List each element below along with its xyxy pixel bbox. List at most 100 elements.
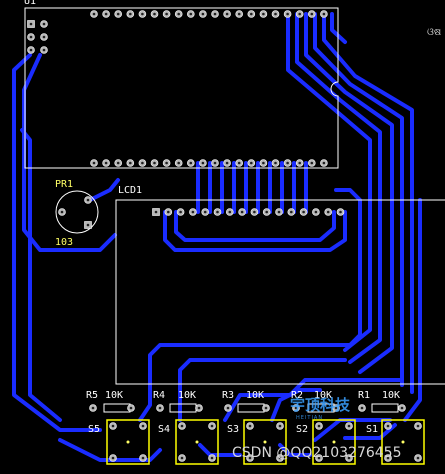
switch-pad-hole (111, 424, 115, 428)
mcu-pad-top-hole (250, 12, 253, 16)
switch-pad-hole (278, 424, 282, 428)
mcu-pad-top-hole (141, 12, 144, 16)
corner-mark: ଓଷ (427, 27, 442, 38)
mcu-pad-bottom-hole (201, 161, 205, 165)
mcu-pad-bottom-hole (165, 161, 168, 165)
resistor-ref-r3: R3 (222, 390, 235, 401)
switch-ref-s4: S4 (158, 424, 171, 435)
mcu-pad-top-hole (116, 12, 120, 16)
switch-pad-hole (386, 424, 390, 428)
resistor-pad-hole (360, 406, 364, 410)
watermark-logo-sub: HEITIAN (296, 415, 324, 421)
lcd-pad-hole (191, 210, 195, 214)
mcu-pad-top-hole (237, 12, 241, 16)
mcu-pad-bottom-hole (213, 161, 217, 165)
lcd-pad-hole (314, 210, 318, 214)
header-id-label: U1 (24, 0, 37, 7)
switch-center-dot (401, 440, 405, 444)
mcu-pad-top-hole (225, 12, 229, 16)
resistor-ref-r1: R1 (358, 390, 371, 401)
mcu-pad-bottom-hole (237, 161, 241, 165)
mcu-pad-top-hole (177, 12, 180, 16)
switch-pad-hole (210, 424, 214, 428)
header-pad-hole (42, 22, 46, 26)
switch-center-dot (332, 440, 336, 444)
lcd-pad-hole (203, 210, 207, 214)
switch-pad-hole (317, 424, 321, 428)
mcu-pad-top-hole (262, 12, 265, 16)
mcu-pad-top-hole (201, 12, 205, 16)
mcu-pad-bottom-hole (153, 161, 156, 165)
pot-pad-hole (60, 210, 64, 214)
mcu-pad-top-hole (165, 12, 168, 16)
lcd-pad-hole (277, 210, 281, 214)
mcu-pad-bottom-hole (286, 161, 289, 165)
switch-pad-hole (347, 424, 351, 428)
mcu-pad-bottom-hole (92, 161, 96, 165)
mcu-pad-top-hole (104, 12, 108, 16)
switch-center-dot (195, 440, 199, 444)
resistor-pad-hole (197, 406, 201, 410)
switch-pad-hole (111, 456, 115, 460)
header-pad-hole (29, 35, 33, 39)
mcu-pad-top-hole (310, 12, 314, 16)
switch-pad-hole (416, 456, 420, 460)
resistor-pad-hole (158, 406, 162, 410)
mcu-pad-top-hole (298, 12, 302, 16)
lcd-pad-hole (265, 210, 269, 214)
switch-ref-s2: S2 (296, 424, 309, 435)
resistor-pad-hole (226, 406, 230, 410)
lcd-pad-hole (167, 210, 170, 214)
header-pad-hole (42, 35, 46, 39)
mcu-pad-bottom-hole (189, 161, 193, 165)
mcu-pad-bottom-hole (129, 161, 132, 165)
lcd-pad-hole (339, 210, 342, 214)
switch-ref-s3: S3 (227, 424, 240, 435)
pot-value-label: 103 (55, 237, 74, 248)
switch-pad-hole (416, 424, 420, 428)
pcb-canvas: U1 LCD1 PR1 103 ଓଷ R5 10K R4 10K R3 10K … (0, 0, 445, 474)
lcd-pad-hole (240, 210, 244, 214)
resistor-value-r1: 10K (382, 390, 401, 401)
switch-ref-s5: S5 (88, 424, 101, 435)
switch-ref-s1: S1 (366, 424, 379, 435)
switch-pad-hole (141, 456, 145, 460)
mcu-pad-bottom-hole (225, 161, 229, 165)
mcu-pad-bottom-hole (177, 161, 180, 165)
resistor-value-r5: 10K (105, 390, 124, 401)
mcu-pad-bottom-hole (116, 161, 120, 165)
resistor-value-r3: 10K (246, 390, 265, 401)
watermark-text: CSDN @QQ2103276455 (232, 445, 402, 461)
mcu-pad-bottom-hole (322, 161, 326, 165)
resistor-pad-hole (264, 406, 268, 410)
pot-ref-label: PR1 (55, 179, 74, 190)
pot-pad-hole (86, 223, 90, 227)
lcd-pad-hole (290, 210, 293, 214)
lcd-pad-hole (228, 210, 232, 214)
mcu-pad-bottom-hole (298, 161, 302, 165)
resistor-ref-r4: R4 (153, 390, 166, 401)
mcu-pad-top-hole (322, 12, 326, 16)
mcu-pad-top-hole (213, 12, 217, 16)
mcu-pad-bottom-hole (141, 161, 144, 165)
mcu-pad-bottom-hole (274, 161, 277, 165)
lcd-pad-hole (302, 210, 305, 214)
header-pad-hole (29, 48, 33, 52)
header-pad-hole (29, 22, 33, 26)
switch-center-dot (126, 440, 130, 444)
mcu-pad-top-hole (129, 12, 132, 16)
switch-pad-hole (210, 456, 214, 460)
header-pad-hole (42, 48, 46, 52)
switch-center-dot (263, 440, 267, 444)
lcd-pad-hole (154, 210, 158, 214)
watermark-logo: 宇顶科技 (290, 396, 351, 414)
pot-pad-hole (86, 198, 90, 202)
mcu-pad-bottom-hole (262, 161, 265, 165)
switch-pad-hole (141, 424, 145, 428)
mcu-pad-bottom-hole (250, 161, 253, 165)
resistor-ref-r5: R5 (86, 390, 99, 401)
mcu-pad-bottom-hole (310, 161, 314, 165)
resistor-pad-hole (129, 406, 133, 410)
switch-pad-hole (180, 424, 184, 428)
mcu-pad-top-hole (153, 12, 156, 16)
